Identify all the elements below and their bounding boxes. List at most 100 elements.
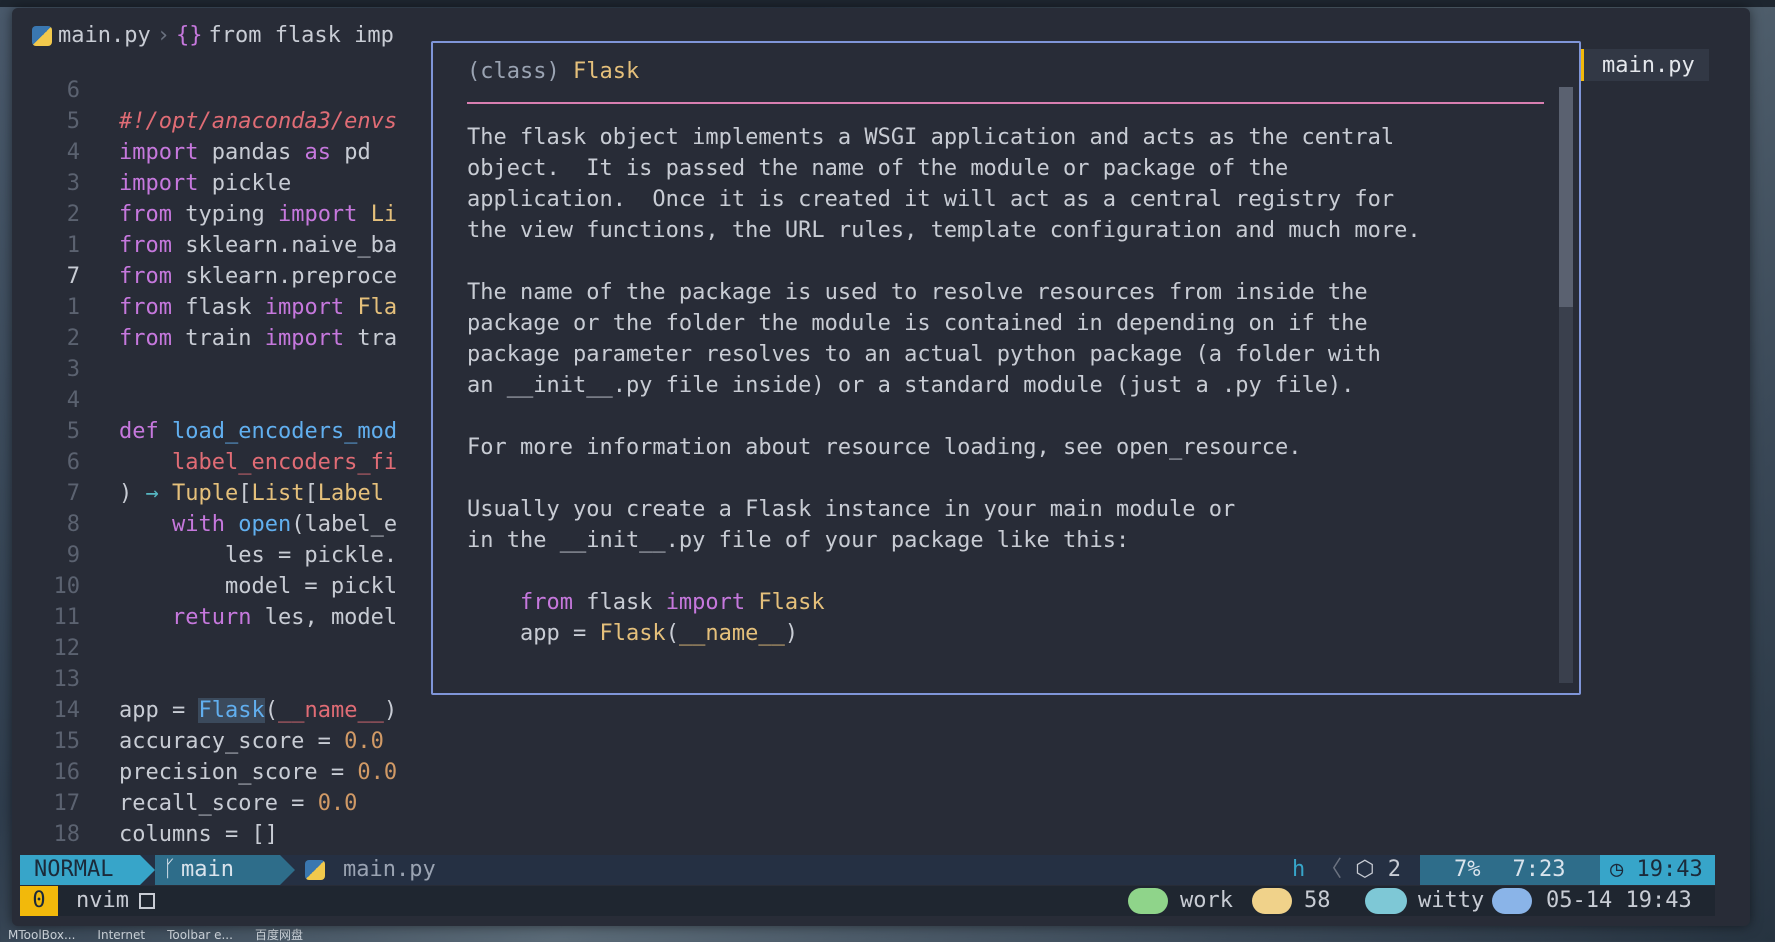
status-file: main.py bbox=[305, 855, 436, 885]
status-clock: ◷ 19:43 bbox=[1600, 855, 1715, 885]
tmux-window-name: nvim bbox=[76, 888, 129, 913]
tab-filename: main.py bbox=[1602, 52, 1695, 78]
doc-line: The name of the package is used to resol… bbox=[467, 280, 1368, 305]
code-text: from train import tra bbox=[119, 326, 398, 351]
doc-line: the view functions, the URL rules, templ… bbox=[467, 218, 1421, 243]
terminal-icon bbox=[1128, 888, 1168, 914]
git-branch-name: main bbox=[181, 857, 234, 882]
lsp-status: 〈 ⬡ 2 bbox=[1320, 855, 1401, 885]
hover-divider bbox=[467, 102, 1544, 104]
code-text: recall_score = 0.0 bbox=[119, 791, 358, 816]
doc-line: The flask object implements a WSGI appli… bbox=[467, 125, 1395, 150]
code-line: 16 recall_score = 0.0 bbox=[12, 726, 358, 816]
code-line: 18 bbox=[12, 788, 91, 847]
hover-scrollbar-thumb[interactable] bbox=[1559, 87, 1573, 307]
python-icon bbox=[305, 860, 325, 880]
code-line-current: 7 from flask import Fla bbox=[12, 230, 397, 320]
status-h: h bbox=[1292, 857, 1306, 882]
user-icon bbox=[1365, 888, 1407, 914]
code-line: 5 label_encoders_fi bbox=[12, 385, 397, 475]
code-line: 4 import pickle bbox=[12, 106, 291, 196]
code-editor[interactable]: main.py › {} from flask imp main.py 6 #!… bbox=[12, 8, 1750, 878]
breadcrumb-symbol[interactable]: from flask imp bbox=[208, 22, 393, 50]
desktop-item[interactable]: Internet bbox=[97, 928, 145, 942]
doc-line: an __init__.py file inside) or a standar… bbox=[467, 373, 1355, 398]
code-line: 11 bbox=[12, 571, 91, 630]
code-text: ) → Tuple[List[Label bbox=[119, 481, 384, 506]
status-filename: main.py bbox=[343, 857, 436, 882]
code-line: 6 #!/opt/anaconda3/envs bbox=[12, 44, 397, 134]
code-line: 4 def load_encoders_mod bbox=[12, 354, 397, 444]
code-line: 15 precision_score = 0.0 bbox=[12, 695, 398, 785]
desktop-top-bar bbox=[0, 0, 1775, 7]
code-text: accuracy_score = 0.0 bbox=[119, 729, 384, 754]
code-text: precision_score = 0.0 bbox=[119, 760, 398, 785]
module-icon: {} bbox=[175, 23, 203, 48]
code-text: #!/opt/anaconda3/envs bbox=[119, 109, 398, 134]
code-line: 2 from sklearn.naive_ba bbox=[12, 168, 397, 258]
hover-documentation-popup[interactable]: (class) Flask The flask object implement… bbox=[431, 41, 1581, 695]
segment-separator bbox=[280, 855, 295, 885]
tmux-statusbar: 0 nvim work 58 witty 05-14 19:43 bbox=[20, 886, 1715, 916]
mode-indicator: NORMAL bbox=[20, 855, 140, 885]
doc-line: object. It is passed the name of the mod… bbox=[467, 156, 1289, 181]
code-text: columns = [] bbox=[119, 822, 278, 847]
code-text: return les, model bbox=[171, 605, 398, 630]
code-text: app = Flask(__name__) bbox=[119, 698, 398, 723]
git-branch-icon: ᚴ bbox=[163, 857, 177, 882]
code-text: model = pickl bbox=[119, 574, 398, 599]
doc-line: For more information about resource load… bbox=[467, 435, 1302, 460]
code-text: def load_encoders_mod bbox=[119, 419, 398, 444]
doc-line: package or the folder the module is cont… bbox=[467, 311, 1368, 336]
lsp-count: 2 bbox=[1387, 857, 1401, 882]
scroll-position: 7% 7:23 bbox=[1420, 855, 1600, 885]
code-text: with open(label_e bbox=[171, 512, 398, 537]
code-text: from typing import Li bbox=[119, 202, 398, 227]
code-text: from sklearn.preproce bbox=[119, 264, 398, 289]
hover-kind: (class) bbox=[467, 59, 560, 84]
doc-line: application. Once it is created it will … bbox=[467, 187, 1395, 212]
code-text: label_encoders_fi bbox=[171, 450, 398, 475]
chevron-right-icon: › bbox=[156, 23, 170, 48]
doc-line: in the __init__.py file of your package … bbox=[467, 528, 1130, 553]
hover-scrollbar[interactable] bbox=[1559, 87, 1573, 683]
code-line: 2 bbox=[12, 292, 91, 351]
hover-title: (class) Flask bbox=[467, 59, 639, 84]
git-branch[interactable]: ᚴ main bbox=[155, 855, 280, 885]
doc-code-line: app = Flask(__name__) bbox=[467, 621, 799, 646]
clock-icon: ◷ bbox=[1610, 857, 1624, 882]
hover-class-name: Flask bbox=[572, 59, 640, 84]
code-line: 3 from typing import Li bbox=[12, 137, 397, 227]
code-line: 13 app = Flask(__name__) bbox=[12, 633, 397, 723]
desktop-bottom-bar: MToolBox... Internet Toolbar e... 百度网盘 bbox=[0, 928, 1775, 942]
code-text: from flask import Fla bbox=[119, 295, 398, 320]
desktop-item[interactable]: MToolBox... bbox=[8, 928, 75, 942]
code-line: 19 bbox=[12, 819, 91, 878]
code-line: 6 ) → Tuple[List[Label bbox=[12, 416, 384, 506]
tmux-window-index[interactable]: 0 bbox=[20, 886, 58, 916]
calendar-icon bbox=[1492, 888, 1532, 914]
code-line: 1 from sklearn.preproce bbox=[12, 199, 397, 289]
code-text: import pickle bbox=[119, 171, 292, 196]
code-line: 3 bbox=[12, 323, 91, 382]
code-line: 1 from train import tra bbox=[12, 261, 397, 351]
desktop-item[interactable]: 百度网盘 bbox=[255, 928, 303, 942]
desktop-item[interactable]: Toolbar e... bbox=[167, 928, 233, 942]
tmux-user: witty bbox=[1418, 888, 1485, 913]
segment-separator bbox=[140, 855, 155, 885]
chevron-left-icon: 〈 bbox=[1320, 857, 1343, 882]
code-line: 12 bbox=[12, 602, 91, 661]
python-icon bbox=[32, 26, 52, 46]
tmux-window[interactable]: nvim bbox=[76, 886, 155, 916]
scroll-percent: 7% bbox=[1454, 857, 1481, 882]
tmux-session: work bbox=[1180, 888, 1233, 913]
doc-line: Usually you create a Flask instance in y… bbox=[467, 497, 1236, 522]
window-zoom-icon bbox=[138, 893, 155, 909]
code-line: 9 model = pickl bbox=[12, 509, 397, 599]
code-line: 10 return les, model bbox=[12, 540, 398, 630]
cursor-position: 7:23 bbox=[1512, 857, 1566, 882]
question-icon bbox=[1252, 888, 1292, 914]
code-text: import pandas as pd bbox=[119, 140, 371, 165]
terminal-window: main.py › {} from flask imp main.py 6 #!… bbox=[12, 8, 1750, 926]
tmux-count: 58 bbox=[1304, 888, 1331, 913]
